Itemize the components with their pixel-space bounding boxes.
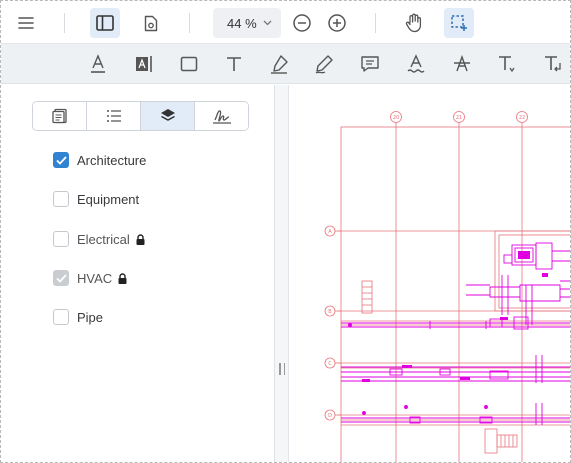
thumbnails-icon[interactable] <box>33 102 87 130</box>
free-text-icon[interactable] <box>220 50 248 78</box>
layer-checkbox[interactable] <box>53 191 69 207</box>
freehand-highlighter-icon[interactable] <box>265 50 293 78</box>
zoom-level-select[interactable]: 44 % <box>213 8 281 38</box>
layer-checkbox[interactable] <box>53 270 69 286</box>
zoom-value: 44 % <box>227 15 257 31</box>
panel-toggle-icon[interactable] <box>90 8 120 38</box>
layer-label: Electrical <box>77 231 130 247</box>
panel-resize-handle[interactable] <box>275 85 289 462</box>
lock-icon <box>136 233 145 245</box>
layer-item-electrical[interactable]: Electrical <box>53 230 145 248</box>
layer-checkbox[interactable] <box>53 231 69 247</box>
grid-bubbles <box>324 111 528 421</box>
pen-icon[interactable] <box>310 50 338 78</box>
insert-text-icon[interactable] <box>539 50 567 78</box>
comment-icon[interactable] <box>356 50 384 78</box>
layer-label: HVAC <box>77 270 113 286</box>
squiggly-icon[interactable] <box>402 50 430 78</box>
panel-tab-group <box>32 101 249 131</box>
top-toolbar: 44 % <box>1 1 570 44</box>
marquee-select-icon[interactable] <box>444 8 474 38</box>
pan-hand-icon[interactable] <box>399 8 429 38</box>
layer-item-hvac[interactable]: HVAC <box>53 269 127 287</box>
app-window: 44 % Architecture Equipment Electrical H… <box>0 0 571 463</box>
layer-label: Architecture <box>77 152 147 168</box>
layer-label: Pipe <box>77 309 104 325</box>
grid-column-label: 21 <box>456 115 462 121</box>
layer-checkbox[interactable] <box>53 309 69 325</box>
toolbar-divider <box>189 13 190 33</box>
grid-column-label: 22 <box>519 115 525 121</box>
grid-row-label: B <box>328 309 332 315</box>
strikeout-icon[interactable] <box>448 50 476 78</box>
grid-row-label: C <box>328 361 332 367</box>
zoom-out-icon[interactable] <box>287 8 317 38</box>
text-highlight-icon[interactable] <box>130 50 158 78</box>
outline-list-icon[interactable] <box>87 102 141 130</box>
layer-label: Equipment <box>77 191 140 207</box>
menu-icon[interactable] <box>11 8 41 38</box>
floor-plan-drawing: 20 21 22 A B C D <box>324 111 570 462</box>
grid-row-label: A <box>328 229 332 235</box>
drag-grip-icon <box>279 363 285 375</box>
layer-checkbox[interactable] <box>53 152 69 168</box>
rectangle-icon[interactable] <box>175 50 203 78</box>
layers-icon[interactable] <box>141 102 195 130</box>
hvac-layer <box>341 242 570 425</box>
grid-column-label: 20 <box>393 115 399 121</box>
hvac-equipment <box>362 251 548 382</box>
underline-icon[interactable] <box>84 50 112 78</box>
replace-text-icon[interactable] <box>493 50 521 78</box>
signature-icon[interactable] <box>195 102 248 130</box>
document-canvas[interactable]: 20 21 22 A B C D <box>290 85 570 462</box>
grid-bubble-labels: 20 21 22 A B C D <box>328 115 525 419</box>
document-settings-icon[interactable] <box>136 8 166 38</box>
architecture-layer <box>330 123 570 462</box>
chevron-down-icon <box>263 18 272 29</box>
zoom-in-icon[interactable] <box>322 8 352 38</box>
layer-item-pipe[interactable]: Pipe <box>53 308 103 326</box>
grid-row-label: D <box>328 413 332 419</box>
toolbar-divider <box>64 13 65 33</box>
layer-item-equipment[interactable]: Equipment <box>53 190 139 208</box>
annotation-toolbar <box>1 44 570 84</box>
layers-panel: Architecture Equipment Electrical HVAC P… <box>1 85 275 462</box>
lock-icon <box>118 272 127 284</box>
layer-item-architecture[interactable]: Architecture <box>53 151 146 169</box>
toolbar-divider <box>375 13 376 33</box>
